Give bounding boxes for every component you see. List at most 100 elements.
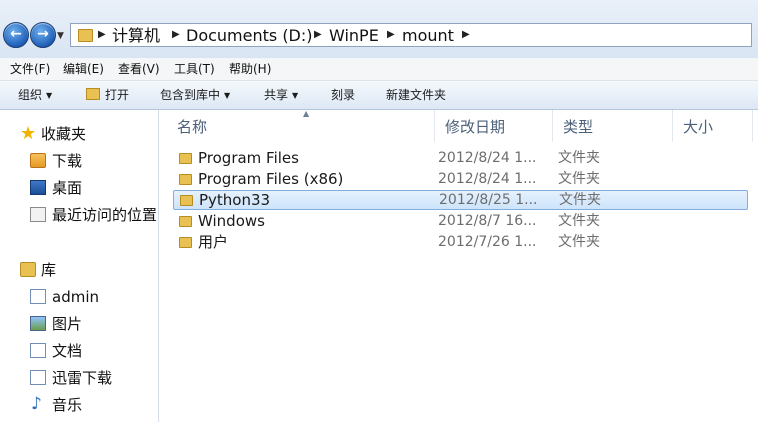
file-name: Program Files: [198, 149, 299, 167]
nav-item-pictures[interactable]: 图片: [0, 312, 158, 336]
column-header-label: 大小: [683, 118, 714, 136]
file-type: 文件夹: [558, 234, 600, 250]
column-header-date[interactable]: 修改日期: [435, 110, 553, 142]
pictures-icon: [30, 316, 46, 331]
folder-icon: [179, 237, 192, 248]
file-type: 文件夹: [558, 150, 600, 166]
nav-favorites[interactable]: ★ 收藏夹: [0, 122, 158, 146]
folder-icon: [179, 216, 192, 227]
nav-item-admin[interactable]: admin: [0, 285, 158, 309]
file-type: 文件夹: [558, 171, 600, 187]
breadcrumb-separator-icon[interactable]: ▶: [387, 29, 395, 40]
open-label: 打开: [105, 88, 130, 102]
breadcrumb-separator-icon[interactable]: ▶: [462, 29, 470, 40]
file-row[interactable]: Program Files (x86) 2012/8/24 1... 文件夹: [173, 170, 748, 190]
file-list-pane: 名称 ▲ 修改日期 类型 大小 Program Files 2012/8/24 …: [159, 109, 758, 422]
folder-icon: [180, 195, 193, 206]
nav-item-recent-places[interactable]: 最近访问的位置: [0, 203, 158, 227]
nav-libraries[interactable]: 库: [0, 258, 158, 282]
file-date: 2012/8/25 1...: [439, 192, 538, 208]
file-name: Python33: [199, 191, 271, 209]
address-toolbar: ← → ▼ ▶ 计算机 ▶ Documents (D:) ▶ WinPE ▶ m…: [0, 0, 758, 58]
nav-libraries-label: 库: [41, 261, 57, 279]
nav-item-label: 图片: [52, 315, 83, 333]
file-date: 2012/8/7 16...: [438, 213, 537, 229]
chevron-down-icon: ▼: [224, 91, 231, 100]
file-row[interactable]: 用户 2012/7/26 1... 文件夹: [173, 233, 748, 253]
file-date: 2012/8/24 1...: [438, 171, 537, 187]
address-field[interactable]: ▶ 计算机 ▶ Documents (D:) ▶ WinPE ▶ mount ▶: [70, 23, 752, 47]
document-library-icon: [30, 289, 46, 304]
breadcrumb-computer[interactable]: 计算机: [112, 25, 160, 47]
nav-item-label: 音乐: [52, 396, 83, 414]
file-row[interactable]: Windows 2012/8/7 16... 文件夹: [173, 212, 748, 232]
organize-button[interactable]: 组织 ▼: [18, 87, 52, 104]
breadcrumb-separator-icon[interactable]: ▶: [98, 29, 106, 40]
nav-item-downloads[interactable]: 下载: [0, 149, 158, 173]
menu-view[interactable]: 查看(V): [118, 61, 160, 77]
menu-bar: 文件(F) 编辑(E) 查看(V) 工具(T) 帮助(H): [0, 58, 758, 81]
include-library-label: 包含到库中: [160, 88, 221, 102]
breadcrumb-winpe[interactable]: WinPE: [329, 25, 379, 47]
nav-item-music[interactable]: ♪ 音乐: [0, 393, 158, 417]
nav-item-label: 迅雷下载: [52, 369, 113, 387]
recent-pages-dropdown-icon[interactable]: ▼: [57, 31, 64, 41]
column-header-name[interactable]: 名称 ▲: [167, 109, 435, 142]
column-header-size[interactable]: 大小: [673, 110, 753, 142]
menu-help[interactable]: 帮助(H): [229, 61, 271, 77]
folder-icon: [86, 88, 100, 100]
nav-item-label: 下载: [52, 152, 83, 170]
nav-item-thunder-downloads[interactable]: 迅雷下载: [0, 366, 158, 390]
documents-icon: [30, 343, 46, 358]
library-icon: [20, 262, 36, 277]
file-date: 2012/7/26 1...: [438, 234, 537, 250]
back-button[interactable]: ←: [3, 22, 29, 48]
chevron-down-icon: ▼: [46, 91, 53, 100]
file-type: 文件夹: [559, 192, 601, 208]
file-name: Windows: [198, 212, 265, 230]
folder-icon: [179, 153, 192, 164]
nav-item-label: admin: [52, 288, 99, 306]
burn-button[interactable]: 刻录: [331, 87, 355, 103]
sort-ascending-icon: ▲: [303, 109, 310, 118]
breadcrumb-separator-icon[interactable]: ▶: [172, 29, 180, 40]
open-button[interactable]: 打开: [86, 87, 129, 103]
breadcrumb-drive[interactable]: Documents (D:): [186, 25, 313, 47]
nav-favorites-label: 收藏夹: [41, 125, 87, 143]
organize-label: 组织: [18, 88, 43, 102]
command-bar: 组织 ▼ 打开 包含到库中 ▼ 共享 ▼ 刻录 新建文件夹: [0, 81, 758, 110]
share-button[interactable]: 共享 ▼: [264, 87, 298, 104]
nav-item-desktop[interactable]: 桌面: [0, 176, 158, 200]
folder-icon: [179, 174, 192, 185]
menu-file[interactable]: 文件(F): [10, 61, 50, 77]
column-header-label: 名称: [177, 118, 208, 136]
share-label: 共享: [264, 88, 289, 102]
download-icon: [30, 153, 46, 168]
file-type: 文件夹: [558, 213, 600, 229]
nav-item-documents[interactable]: 文档: [0, 339, 158, 363]
forward-button[interactable]: →: [30, 22, 56, 48]
breadcrumb-separator-icon[interactable]: ▶: [314, 29, 322, 40]
file-row-selected[interactable]: Python33 2012/8/25 1... 文件夹: [173, 190, 748, 210]
nav-item-label: 最近访问的位置: [52, 206, 158, 224]
breadcrumb-mount[interactable]: mount: [402, 25, 454, 47]
nav-item-label: 桌面: [52, 179, 83, 197]
menu-edit[interactable]: 编辑(E): [63, 61, 104, 77]
recent-places-icon: [30, 207, 46, 222]
chevron-down-icon: ▼: [292, 91, 299, 100]
library-folder-icon: [30, 370, 46, 385]
navigation-pane: ★ 收藏夹 下载 桌面 最近访问的位置 库 admin 图片 文档 迅雷下载 ♪…: [0, 110, 159, 422]
nav-item-label: 文档: [52, 342, 83, 360]
desktop-icon: [30, 180, 46, 195]
file-row[interactable]: Program Files 2012/8/24 1... 文件夹: [173, 149, 748, 169]
star-icon: ★: [20, 123, 37, 144]
column-header-label: 修改日期: [445, 118, 506, 136]
file-date: 2012/8/24 1...: [438, 150, 537, 166]
file-name: 用户: [198, 233, 229, 251]
column-header-label: 类型: [563, 118, 594, 136]
column-header-type[interactable]: 类型: [553, 110, 673, 142]
include-in-library-button[interactable]: 包含到库中 ▼: [160, 87, 230, 104]
menu-tools[interactable]: 工具(T): [174, 61, 215, 77]
file-name: Program Files (x86): [198, 170, 344, 188]
new-folder-button[interactable]: 新建文件夹: [386, 87, 446, 103]
